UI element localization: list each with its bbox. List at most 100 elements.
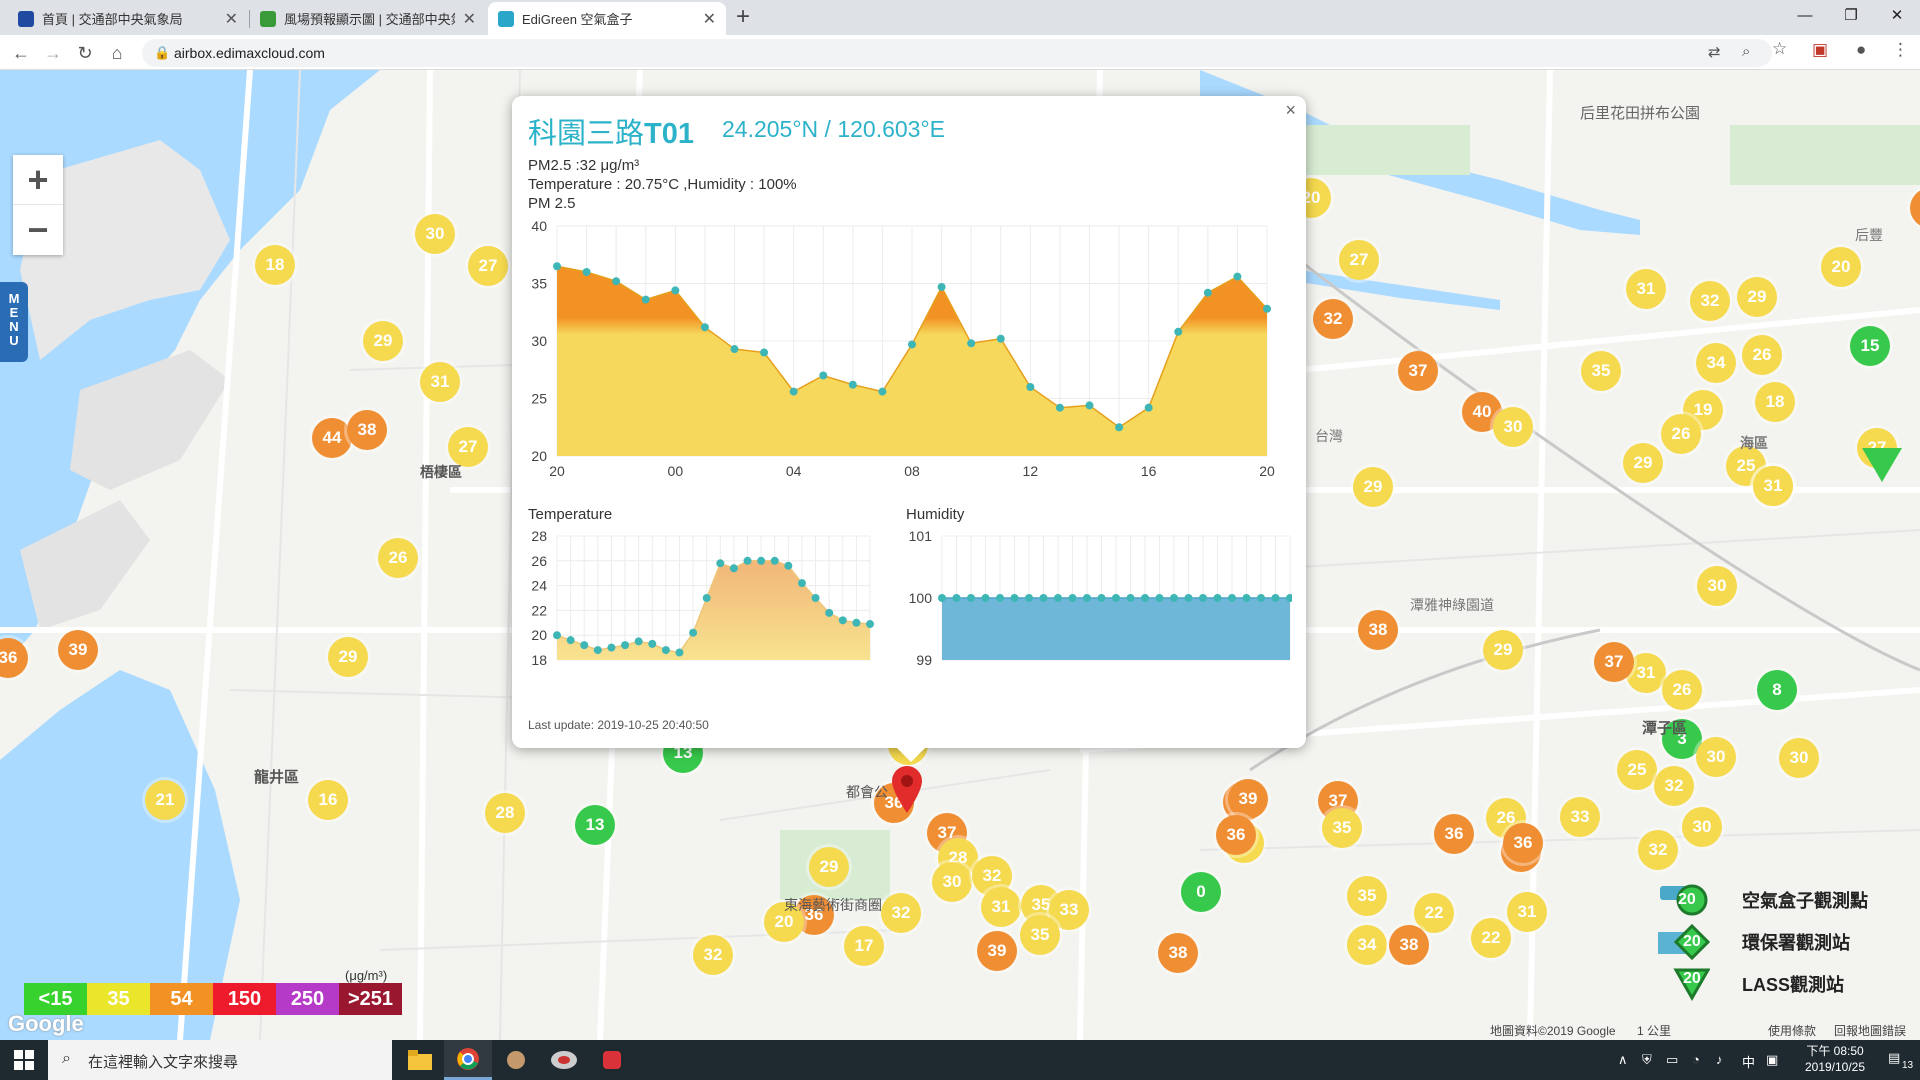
chrome-icon[interactable] bbox=[444, 1040, 492, 1080]
airbox-marker[interactable]: 38 bbox=[347, 410, 387, 450]
file-explorer-icon[interactable] bbox=[396, 1040, 444, 1080]
url-text[interactable]: airbox.edimaxcloud.com bbox=[174, 45, 325, 61]
airbox-marker[interactable]: 27 bbox=[468, 246, 508, 286]
tray-security-icon[interactable]: ⛨ bbox=[1642, 1052, 1652, 1068]
airbox-marker[interactable]: 38 bbox=[1158, 933, 1198, 973]
tab-cwb-home[interactable]: 首頁 | 交通部中央氣象局 ✕ bbox=[8, 2, 248, 35]
airbox-marker[interactable]: 16 bbox=[308, 780, 348, 820]
app-icon[interactable] bbox=[540, 1040, 588, 1080]
airbox-marker[interactable]: 32 bbox=[1638, 830, 1678, 870]
airbox-marker[interactable]: 22 bbox=[1471, 918, 1511, 958]
zoom-in-button[interactable]: + bbox=[13, 155, 63, 205]
airbox-marker[interactable]: 32 bbox=[1690, 281, 1730, 321]
legend-airbox[interactable]: 20 空氣盒子觀測點 bbox=[1650, 880, 1868, 920]
airbox-marker[interactable]: 27 bbox=[1339, 240, 1379, 280]
airbox-marker[interactable]: 35 bbox=[1581, 351, 1621, 391]
close-tab-icon[interactable]: ✕ bbox=[225, 9, 238, 29]
back-icon[interactable]: ← bbox=[8, 40, 34, 66]
terms-link[interactable]: 使用條款 bbox=[1768, 1022, 1816, 1039]
airbox-marker[interactable]: 25 bbox=[1617, 750, 1657, 790]
tray-volume-icon[interactable]: ♪ bbox=[1716, 1052, 1723, 1067]
airbox-marker[interactable]: 30 bbox=[1682, 807, 1722, 847]
airbox-marker[interactable]: 30 bbox=[1779, 738, 1819, 778]
airbox-marker[interactable]: 29 bbox=[1737, 277, 1777, 317]
airbox-marker[interactable]: 8 bbox=[1757, 670, 1797, 710]
popup-close-button[interactable]: × bbox=[1285, 100, 1296, 121]
app-icon[interactable] bbox=[588, 1040, 636, 1080]
taskbar-clock[interactable]: 下午 08:50 2019/10/25 bbox=[1790, 1043, 1880, 1075]
airbox-marker[interactable]: 32 bbox=[1313, 299, 1353, 339]
airbox-marker[interactable]: 30 bbox=[415, 214, 455, 254]
airbox-marker[interactable]: 31 bbox=[420, 362, 460, 402]
airbox-marker[interactable]: 36 bbox=[1216, 815, 1256, 855]
tray-chevron-icon[interactable]: ∧ bbox=[1618, 1052, 1628, 1068]
airbox-marker[interactable]: 33 bbox=[1560, 797, 1600, 837]
menu-button[interactable]: MENU bbox=[0, 282, 28, 362]
airbox-marker[interactable]: 29 bbox=[363, 321, 403, 361]
airbox-marker[interactable]: 31 bbox=[1507, 892, 1547, 932]
airbox-marker[interactable]: 39 bbox=[977, 931, 1017, 971]
airbox-marker[interactable]: 30 bbox=[1493, 407, 1533, 447]
report-error-link[interactable]: 回報地圖錯誤 bbox=[1834, 1022, 1906, 1039]
airbox-marker[interactable]: 44 bbox=[312, 418, 352, 458]
airbox-marker[interactable]: 30 bbox=[1697, 566, 1737, 606]
airbox-marker[interactable]: 34 bbox=[1696, 343, 1736, 383]
airbox-marker[interactable]: 29 bbox=[809, 847, 849, 887]
airbox-marker[interactable]: 22 bbox=[1414, 893, 1454, 933]
airbox-marker[interactable]: 26 bbox=[1742, 335, 1782, 375]
airbox-marker[interactable]: 29 bbox=[1483, 630, 1523, 670]
ime-indicator[interactable]: 中 bbox=[1742, 1052, 1755, 1071]
reload-icon[interactable]: ↻ bbox=[72, 40, 98, 66]
airbox-marker[interactable]: 32 bbox=[693, 935, 733, 975]
airbox-marker[interactable]: 36 bbox=[1503, 823, 1543, 863]
windows-start-icon[interactable] bbox=[14, 1050, 34, 1070]
airbox-marker[interactable]: 26 bbox=[1661, 414, 1701, 454]
tray-battery-icon[interactable]: ▭ bbox=[1666, 1052, 1678, 1068]
airbox-marker[interactable]: 13 bbox=[575, 805, 615, 845]
airbox-marker[interactable]: 30 bbox=[932, 862, 972, 902]
airbox-marker[interactable]: 37 bbox=[1398, 351, 1438, 391]
address-bar[interactable]: 🔒 airbox.edimaxcloud.com ⇄ ⌕ bbox=[142, 39, 1772, 67]
airbox-marker[interactable]: 39 bbox=[1228, 779, 1268, 819]
airbox-marker[interactable]: 15 bbox=[1850, 326, 1890, 366]
airbox-marker[interactable]: 28 bbox=[485, 793, 525, 833]
airbox-marker[interactable]: 32 bbox=[881, 893, 921, 933]
legend-lass[interactable]: 20 LASS觀測站 bbox=[1650, 964, 1844, 1004]
airbox-marker[interactable]: 29 bbox=[1353, 467, 1393, 507]
airbox-marker[interactable]: 37 bbox=[1594, 642, 1634, 682]
chrome-menu-icon[interactable]: ⋮ bbox=[1892, 40, 1909, 60]
close-tab-icon[interactable]: ✕ bbox=[463, 9, 476, 29]
airbox-marker[interactable]: 18 bbox=[1755, 382, 1795, 422]
airbox-marker[interactable]: 35 bbox=[1322, 808, 1362, 848]
airbox-marker[interactable]: 21 bbox=[145, 780, 185, 820]
airbox-marker[interactable]: 26 bbox=[1662, 670, 1702, 710]
minimize-icon[interactable]: — bbox=[1782, 0, 1828, 30]
airbox-marker[interactable]: 35 bbox=[1347, 876, 1387, 916]
bookmark-star-icon[interactable]: ☆ bbox=[1772, 39, 1787, 59]
airbox-marker[interactable]: 32 bbox=[1654, 766, 1694, 806]
new-tab-icon[interactable]: + bbox=[736, 3, 750, 31]
tab-wind-forecast[interactable]: 風場預報顯示圖 | 交通部中央氣象局 ✕ bbox=[250, 2, 486, 35]
airbox-marker[interactable]: 18 bbox=[255, 245, 295, 285]
location-pin-icon[interactable] bbox=[890, 764, 924, 814]
tray-keyboard-icon[interactable]: ▣ bbox=[1766, 1052, 1778, 1068]
lass-station-marker[interactable] bbox=[1862, 448, 1902, 482]
profile-icon[interactable]: ● bbox=[1856, 40, 1866, 60]
home-icon[interactable]: ⌂ bbox=[104, 40, 130, 66]
extension-icon[interactable]: ▣ bbox=[1812, 40, 1828, 60]
app-icon[interactable] bbox=[492, 1040, 540, 1080]
airbox-marker[interactable]: 31 bbox=[1753, 466, 1793, 506]
airbox-marker[interactable]: 31 bbox=[1626, 269, 1666, 309]
airbox-marker[interactable]: 26 bbox=[378, 538, 418, 578]
zoom-out-button[interactable]: − bbox=[13, 205, 63, 255]
taskbar-search-box[interactable]: ⌕ 在這裡輸入文字來搜尋 bbox=[48, 1040, 392, 1080]
zoom-icon[interactable]: ⌕ bbox=[1742, 43, 1750, 60]
airbox-marker[interactable]: 35 bbox=[1020, 915, 1060, 955]
airbox-marker[interactable]: 29 bbox=[328, 637, 368, 677]
airbox-marker[interactable]: 30 bbox=[1696, 737, 1736, 777]
notification-icon[interactable]: ▤ bbox=[1888, 1050, 1900, 1066]
translate-icon[interactable]: ⇄ bbox=[1708, 43, 1721, 61]
airbox-marker[interactable]: 36 bbox=[1434, 814, 1474, 854]
window-close-icon[interactable]: ✕ bbox=[1874, 0, 1920, 30]
restore-icon[interactable]: ❐ bbox=[1828, 0, 1874, 30]
